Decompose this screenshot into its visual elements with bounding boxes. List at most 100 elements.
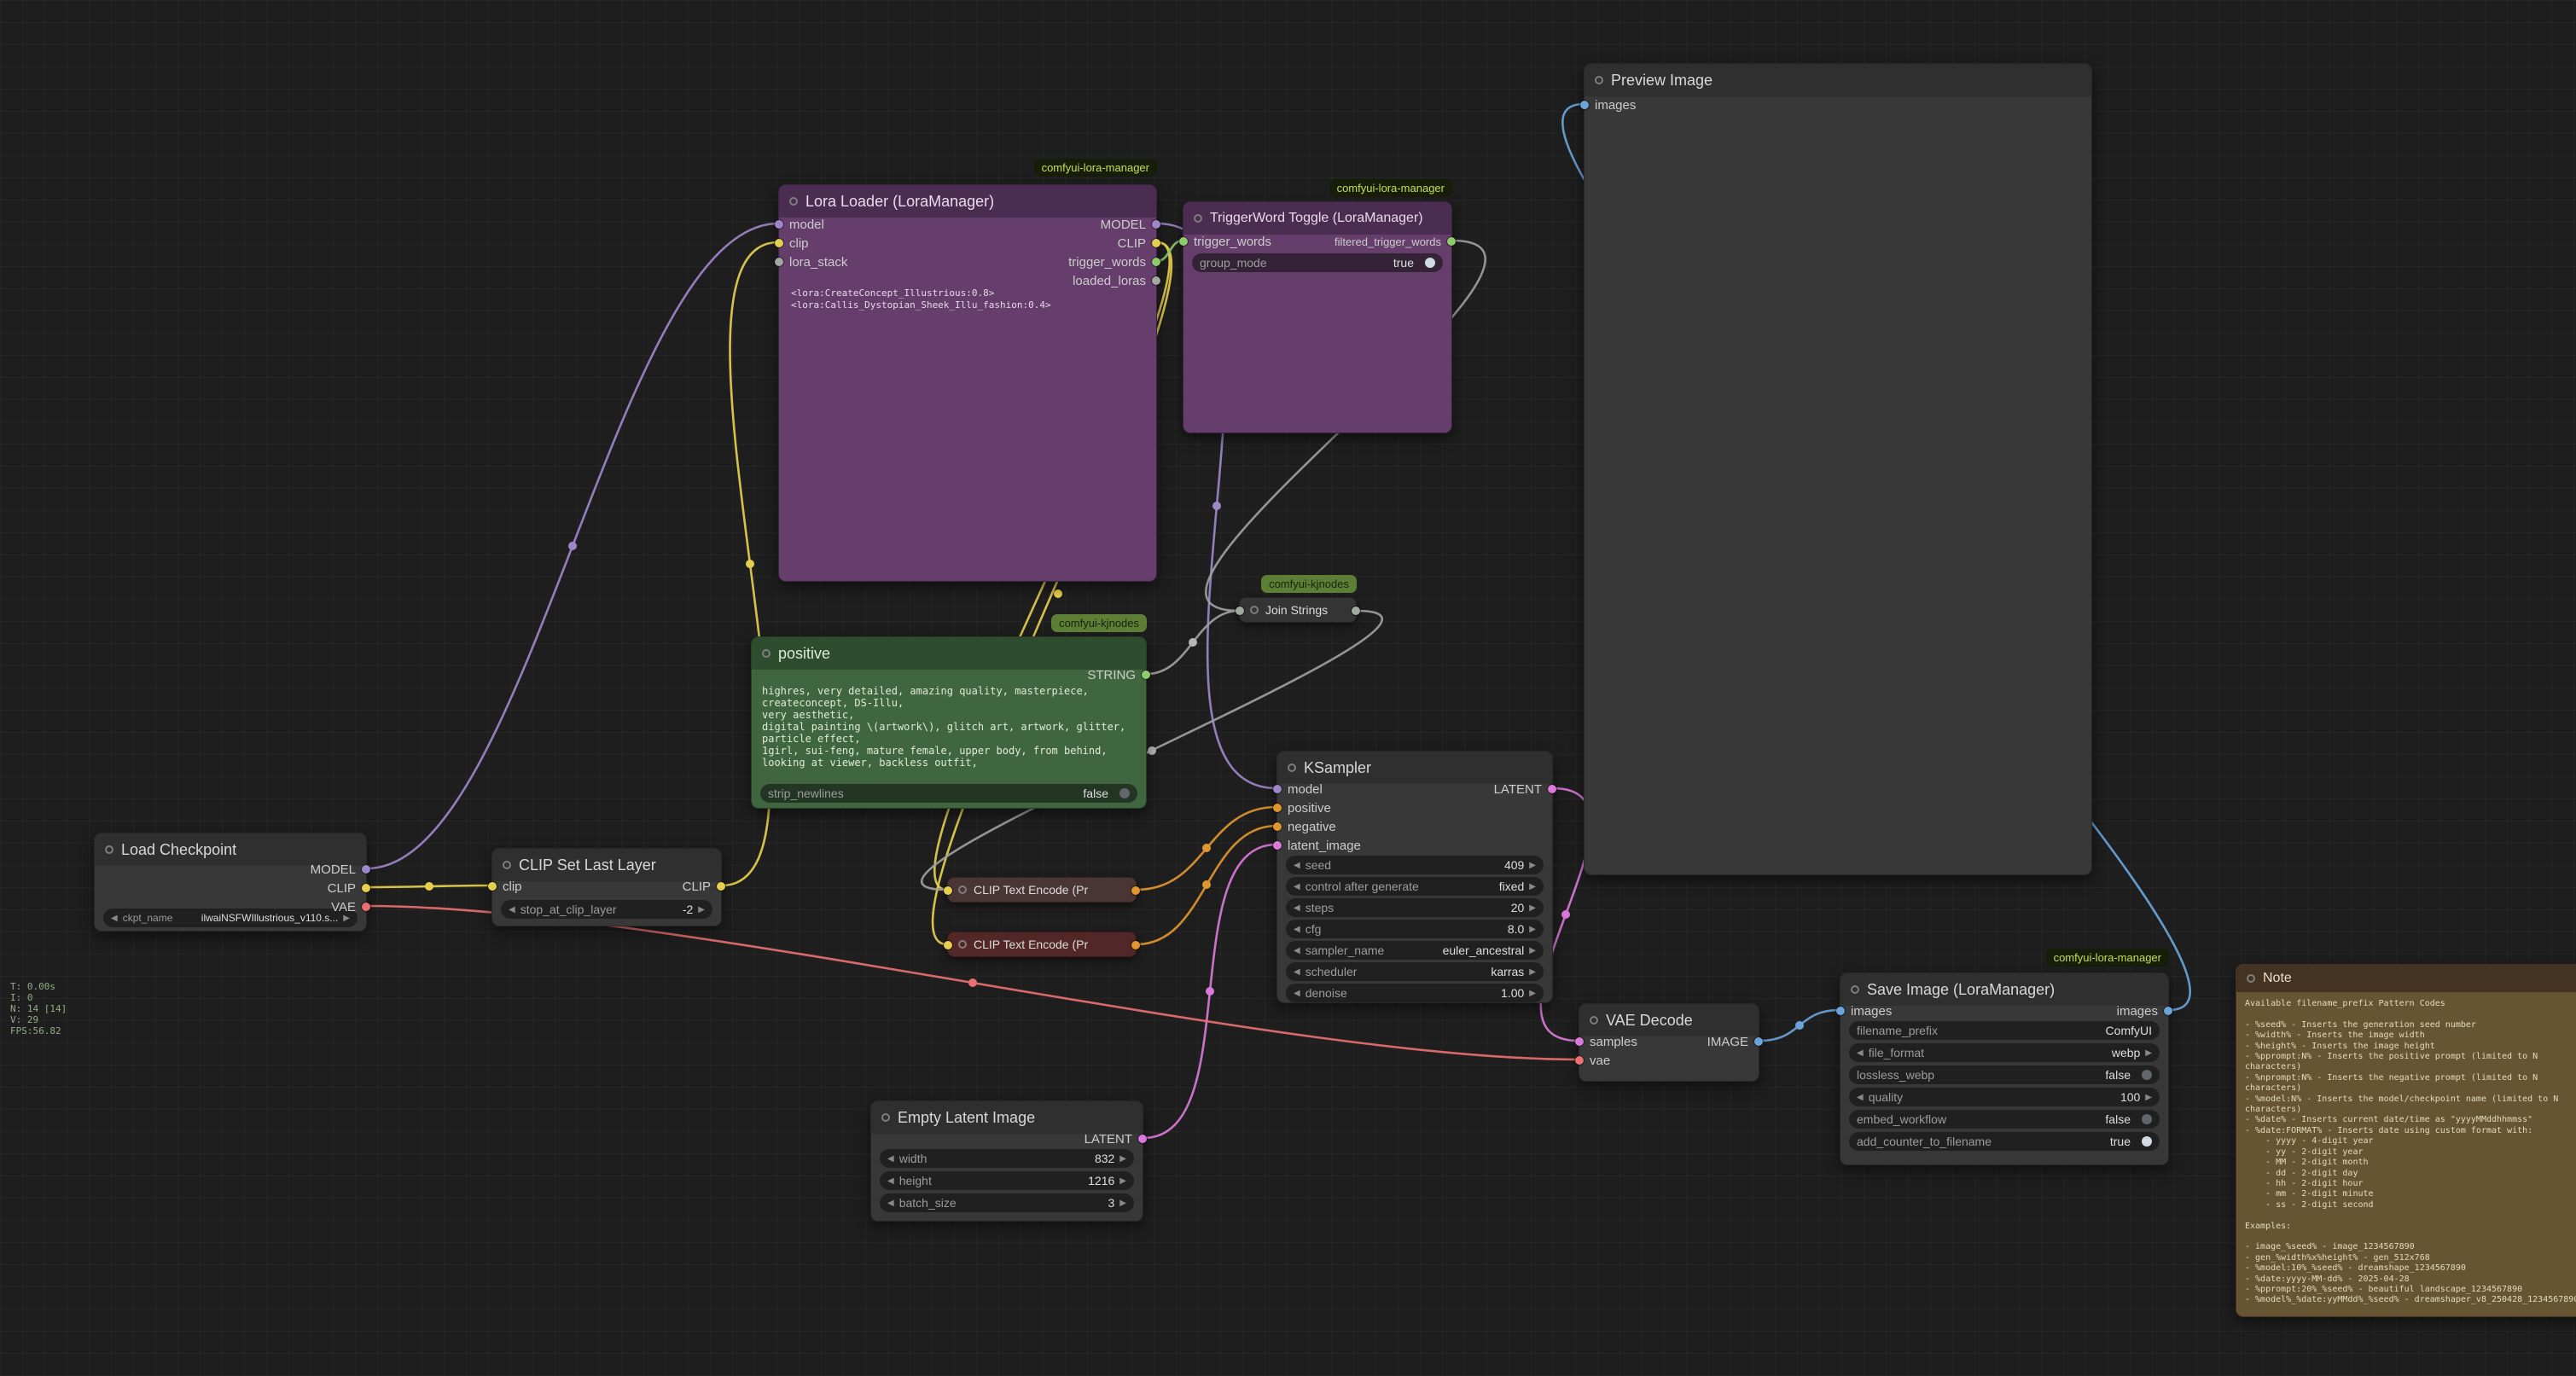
quality-widget[interactable]: ◀ quality 100 ▶ [1849,1088,2160,1106]
images-port[interactable] [1580,101,1589,109]
collapse-toggle-icon[interactable] [503,861,511,869]
node-clip-set-last-layer[interactable]: CLIP Set Last Layer clip CLIP ◀ stop_at_… [491,848,722,926]
collapse-toggle-icon[interactable] [789,197,798,206]
ckpt-name-widget[interactable]: ◀ ckpt_name ilwaiNSFWIllustrious_v110.s.… [103,909,358,927]
node-header[interactable]: Lora Loader (LoraManager) [779,185,1156,218]
toggle-dot[interactable] [2142,1070,2152,1080]
decrement-icon[interactable]: ◀ [1294,903,1300,913]
next-value-icon[interactable]: ▶ [1529,967,1536,977]
collapse-toggle-icon[interactable] [1250,606,1259,614]
prev-value-icon[interactable]: ◀ [1857,1048,1864,1058]
conditioning-port[interactable] [1131,886,1140,895]
output-slot-latent[interactable]: LATENT [1084,1130,1147,1147]
decrement-icon[interactable]: ◀ [509,905,515,914]
output-slot-string[interactable]: STRING [1087,666,1150,683]
latent-port[interactable] [1138,1135,1147,1143]
input-slot-model[interactable]: model [1273,781,1323,798]
node-header[interactable]: Preview Image [1585,64,2091,96]
prev-value-icon[interactable]: ◀ [1294,967,1300,977]
cfg-widget[interactable]: ◀ cfg 8.0 ▶ [1286,920,1544,938]
loaded-loras-port[interactable] [1152,276,1160,285]
output-port[interactable] [1352,607,1360,615]
lossless-webp-widget[interactable]: lossless_webp false [1849,1065,2160,1084]
decrement-icon[interactable]: ◀ [1294,861,1300,870]
scheduler-widget[interactable]: ◀ scheduler karras ▶ [1286,962,1544,981]
input-slot-positive[interactable]: positive [1273,799,1331,816]
output-slot-model[interactable]: MODEL [1101,216,1160,233]
decrement-icon[interactable]: ◀ [1857,1093,1864,1102]
collapse-toggle-icon[interactable] [2247,974,2255,983]
clip-port[interactable] [775,239,783,247]
node-header[interactable]: CLIP Set Last Layer [492,849,721,881]
node-save-image[interactable]: Save Image (LoraManager) images images f… [1840,972,2169,1165]
batch-size-widget[interactable]: ◀ batch_size 3 ▶ [880,1193,1134,1212]
node-ksampler[interactable]: KSampler model positive negative latent_… [1276,751,1553,1003]
input-slot-images[interactable]: images [1836,1002,1892,1019]
output-slot-clip[interactable]: CLIP [328,880,370,897]
collapse-toggle-icon[interactable] [762,649,770,658]
collapse-toggle-icon[interactable] [1288,763,1296,772]
next-value-icon[interactable]: ▶ [1529,882,1536,891]
collapse-toggle-icon[interactable] [1595,76,1603,84]
group-mode-widget[interactable]: group_mode true [1192,253,1443,272]
conditioning-port[interactable] [1131,941,1140,949]
prompt-textarea[interactable]: highres, very detailed, amazing quality,… [762,685,1136,769]
output-slot-images[interactable]: images [2117,1002,2172,1019]
increment-icon[interactable]: ▶ [1119,1176,1126,1186]
toggle-dot[interactable] [2142,1114,2152,1124]
node-lora-loader[interactable]: Lora Loader (LoraManager) model clip lor… [778,184,1157,582]
samples-port[interactable] [1575,1037,1584,1046]
width-widget[interactable]: ◀ width 832 ▶ [880,1149,1134,1168]
node-empty-latent-image[interactable]: Empty Latent Image LATENT ◀ width 832 ▶ … [870,1100,1143,1222]
seed-widget[interactable]: ◀ seed 409 ▶ [1286,856,1544,874]
image-port[interactable] [1754,1037,1763,1046]
input-port[interactable] [1236,607,1244,615]
node-clip-text-encode-negative[interactable]: CLIP Text Encode (Pr [947,932,1137,957]
increment-icon[interactable]: ▶ [1119,1199,1126,1208]
images-port[interactable] [2164,1007,2172,1015]
control-after-generate-widget[interactable]: ◀ control after generate fixed ▶ [1286,877,1544,896]
model-port[interactable] [362,865,370,874]
strip-newlines-widget[interactable]: strip_newlines false [760,784,1137,803]
node-header[interactable]: KSampler [1277,752,1552,784]
node-preview-image[interactable]: Preview Image images [1584,63,2092,875]
prev-value-icon[interactable]: ◀ [111,914,118,923]
toggle-dot[interactable] [1425,258,1435,268]
output-slot-latent[interactable]: LATENT [1494,781,1556,798]
input-slot-images[interactable]: images [1580,96,1636,113]
node-header[interactable]: Save Image (LoraManager) [1840,973,2168,1006]
node-graph-canvas[interactable]: T: 0.00s I: 0 N: 14 [14] V: 29 FPS:56.82… [0,0,2576,1376]
output-slot-clip[interactable]: CLIP [1118,235,1160,252]
latent-port[interactable] [1273,841,1282,850]
node-load-checkpoint[interactable]: Load Checkpoint MODEL CLIP VAE ◀ ckpt_na… [94,833,367,932]
steps-widget[interactable]: ◀ steps 20 ▶ [1286,898,1544,917]
input-port[interactable] [944,941,952,949]
collapse-toggle-icon[interactable] [1851,985,1859,994]
sampler-name-widget[interactable]: ◀ sampler_name euler_ancestral ▶ [1286,941,1544,960]
collapse-toggle-icon[interactable] [1590,1016,1598,1025]
input-slot-model[interactable]: model [775,216,824,233]
input-slot-lora-stack[interactable]: lora_stack [775,253,847,270]
denoise-widget[interactable]: ◀ denoise 1.00 ▶ [1286,984,1544,1002]
vae-port[interactable] [1575,1056,1584,1065]
toggle-dot[interactable] [1119,788,1130,798]
decrement-icon[interactable]: ◀ [1294,989,1300,998]
model-port[interactable] [1152,220,1160,229]
node-header[interactable]: TriggerWord Toggle (LoraManager) [1183,202,1451,235]
input-port[interactable] [944,886,952,895]
clip-port[interactable] [488,882,497,891]
conditioning-port[interactable] [1273,822,1282,831]
input-slot-trigger-words[interactable]: trigger_words [1179,233,1271,250]
filename-prefix-widget[interactable]: filename_prefix ComfyUI [1849,1021,2160,1040]
increment-icon[interactable]: ▶ [1119,1154,1126,1164]
output-slot-clip[interactable]: CLIP [683,878,725,895]
string-port[interactable] [1142,671,1150,679]
clip-port[interactable] [717,882,725,891]
next-value-icon[interactable]: ▶ [2145,1048,2152,1058]
decrement-icon[interactable]: ◀ [1294,925,1300,934]
node-clip-text-encode-positive[interactable]: CLIP Text Encode (Pr [947,877,1137,903]
filtered-trigger-words-port[interactable] [1447,237,1456,246]
output-slot-loaded-loras[interactable]: loaded_loras [1073,272,1160,289]
node-join-strings[interactable]: Join Strings [1239,597,1357,623]
increment-icon[interactable]: ▶ [1529,861,1536,870]
